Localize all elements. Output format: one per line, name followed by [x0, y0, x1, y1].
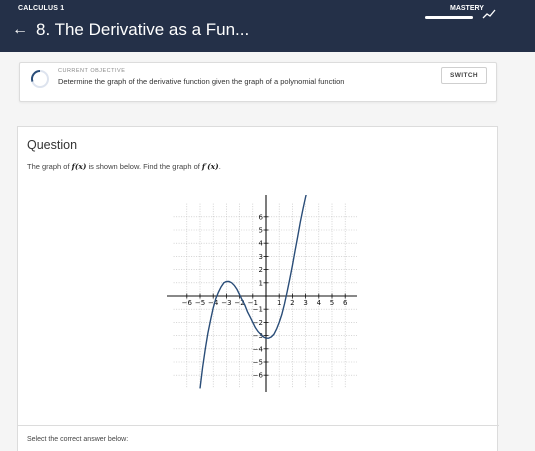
function-f-prime: f′(x): [201, 162, 219, 171]
y-tick-label: 6: [259, 213, 264, 221]
mastery-label: MASTERY: [450, 5, 484, 12]
back-arrow-icon[interactable]: ←: [12, 21, 28, 39]
y-tick-label: 1: [259, 279, 263, 287]
page-title: 8. The Derivative as a Fun...: [36, 20, 250, 39]
progress-ring-icon: [31, 70, 49, 88]
x-tick-label: 6: [343, 299, 348, 307]
x-tick-label: 3: [303, 299, 307, 307]
function-graph: −6 −5 −4 −3 −2 −1 1 2 3 4 5 6−6−5−4−3−2−1123456: [167, 195, 357, 392]
question-heading: Question: [27, 138, 78, 152]
x-tick-label: −6: [182, 299, 193, 307]
prompt-text-3: .: [218, 162, 221, 171]
y-tick-label: −3: [253, 332, 263, 340]
y-tick-label: −5: [253, 359, 263, 367]
x-tick-label: −3: [221, 299, 231, 307]
select-answer-text: Select the correct answer below:: [27, 436, 129, 443]
question-prompt: The graph of f(x) is shown below. Find t…: [27, 162, 221, 171]
switch-button[interactable]: SWITCH: [441, 67, 487, 84]
objective-caption: CURRENT OBJECTIVE: [58, 68, 126, 74]
x-tick-label: 5: [330, 299, 334, 307]
trending-up-icon[interactable]: [482, 8, 496, 20]
prompt-text-1: The graph of: [27, 162, 72, 171]
mastery-progress-bar: [425, 16, 473, 19]
y-tick-label: −1: [253, 306, 263, 314]
y-tick-label: −6: [253, 372, 264, 380]
x-tick-label: 2: [290, 299, 294, 307]
x-tick-label: 4: [317, 299, 322, 307]
x-tick-label: −5: [195, 299, 205, 307]
y-tick-label: 2: [259, 266, 263, 274]
objective-text: Determine the graph of the derivative fu…: [58, 77, 345, 86]
mastery-progress-fill: [425, 16, 473, 19]
y-tick-label: 3: [259, 253, 263, 261]
divider: [18, 425, 499, 426]
prompt-text-2: is shown below. Find the graph of: [86, 162, 202, 171]
objective-card: CURRENT OBJECTIVE Determine the graph of…: [19, 62, 497, 102]
top-header: CALCULUS 1 MASTERY ← 8. The Derivative a…: [0, 0, 535, 52]
question-card: Question The graph of f(x) is shown belo…: [17, 126, 499, 451]
y-tick-label: 4: [259, 240, 264, 248]
course-label[interactable]: CALCULUS 1: [18, 5, 64, 12]
function-f: f(x): [71, 162, 87, 171]
y-tick-label: 5: [259, 227, 263, 235]
y-tick-label: −4: [253, 345, 264, 353]
x-tick-label: 1: [277, 299, 281, 307]
